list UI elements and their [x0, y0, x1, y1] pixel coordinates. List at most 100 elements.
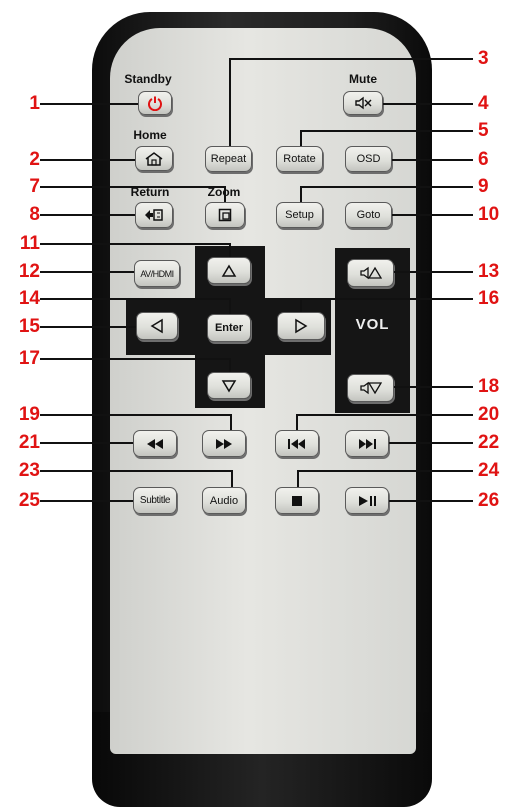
- callout-3: 3: [478, 48, 489, 69]
- volume-down-icon: [359, 381, 382, 395]
- callout-21: 21: [18, 432, 40, 453]
- leader-line-24-horizontal: [297, 470, 473, 472]
- volume-up-button[interactable]: [347, 259, 394, 287]
- standby-button[interactable]: [138, 91, 172, 115]
- leader-line-23-vertical: [231, 470, 233, 487]
- leader-line-5-vertical: [300, 130, 302, 146]
- leader-line-9-vertical: [300, 186, 302, 202]
- callout-24: 24: [478, 460, 500, 481]
- return-icon: [145, 209, 163, 221]
- leader-line-14-vertical: [229, 298, 231, 314]
- callout-1: 1: [29, 93, 40, 114]
- skip-previous-icon: [288, 438, 305, 449]
- leader-line-19-horizontal: [40, 414, 231, 416]
- callout-25: 25: [18, 490, 40, 511]
- remote-diagram: VOL Standby Mute Home Return Zoom Repeat…: [0, 0, 526, 810]
- left-button[interactable]: [136, 312, 178, 340]
- setup-button[interactable]: Setup: [276, 202, 323, 228]
- leader-line-21: [40, 442, 133, 444]
- leader-line-12: [40, 271, 134, 273]
- leader-line-20-vertical: [296, 414, 298, 430]
- stop-icon: [292, 495, 302, 506]
- leader-line-16-vertical: [300, 298, 302, 312]
- callout-17: 17: [18, 348, 40, 369]
- enter-button[interactable]: Enter: [207, 314, 251, 342]
- skip-next-icon: [359, 438, 376, 449]
- leader-line-17-horizontal: [40, 358, 230, 360]
- avhdmi-button[interactable]: AV/HDMI: [134, 260, 180, 287]
- leader-line-20-horizontal: [296, 414, 473, 416]
- vol-label: VOL: [355, 316, 390, 333]
- callout-9: 9: [478, 176, 489, 197]
- leader-line-7-vertical: [224, 186, 226, 202]
- leader-line-1: [40, 103, 138, 105]
- return-button[interactable]: [135, 202, 173, 228]
- leader-line-11-vertical: [229, 243, 231, 257]
- up-button[interactable]: [207, 257, 251, 284]
- zoom-button[interactable]: [205, 202, 245, 228]
- volume-down-button[interactable]: [347, 374, 394, 402]
- home-icon: [145, 151, 163, 166]
- mute-label: Mute: [349, 72, 377, 86]
- rewind-button[interactable]: [133, 430, 177, 457]
- leader-line-24-vertical: [297, 470, 299, 487]
- callout-8: 8: [29, 204, 40, 225]
- leader-line-2: [40, 159, 135, 161]
- osd-button[interactable]: OSD: [345, 146, 392, 172]
- triangle-up-icon: [221, 264, 237, 277]
- fast-forward-icon: [216, 438, 232, 449]
- fast-forward-button[interactable]: [202, 430, 246, 457]
- leader-line-3-horizontal: [229, 58, 473, 60]
- leader-line-19-vertical: [230, 414, 232, 430]
- leader-line-4: [383, 103, 473, 105]
- subtitle-button[interactable]: Subtitle: [133, 487, 177, 514]
- previous-button[interactable]: [275, 430, 319, 457]
- callout-22: 22: [478, 432, 500, 453]
- leader-line-10: [392, 214, 473, 216]
- rewind-icon: [147, 438, 163, 449]
- down-button[interactable]: [207, 372, 251, 399]
- callout-15: 15: [18, 316, 40, 337]
- power-icon: [148, 96, 162, 111]
- callout-5: 5: [478, 120, 489, 141]
- leader-line-25: [40, 500, 133, 502]
- home-label: Home: [133, 128, 167, 142]
- repeat-button[interactable]: Repeat: [205, 146, 252, 172]
- callout-10: 10: [478, 204, 500, 225]
- callout-12: 12: [18, 261, 40, 282]
- callout-7: 7: [29, 176, 40, 197]
- zoom-icon: [218, 208, 232, 222]
- next-button[interactable]: [345, 430, 389, 457]
- leader-line-23-horizontal: [40, 470, 232, 472]
- callout-16: 16: [478, 288, 500, 309]
- leader-line-9-horizontal: [300, 186, 473, 188]
- leader-line-6: [392, 159, 473, 161]
- goto-button[interactable]: Goto: [345, 202, 392, 228]
- audio-button[interactable]: Audio: [202, 487, 246, 514]
- leader-line-8: [40, 214, 135, 216]
- rotate-button[interactable]: Rotate: [276, 146, 323, 172]
- leader-line-16-horizontal: [300, 298, 473, 300]
- stop-button[interactable]: [275, 487, 319, 514]
- play-pause-button[interactable]: [345, 487, 389, 514]
- leader-line-5-horizontal: [300, 130, 473, 132]
- callout-20: 20: [478, 404, 500, 425]
- callout-2: 2: [29, 149, 40, 170]
- mute-icon: [355, 96, 372, 110]
- leader-line-26: [389, 500, 473, 502]
- leader-line-13: [394, 271, 473, 273]
- play-pause-icon: [359, 495, 376, 506]
- leader-line-11-horizontal: [40, 243, 230, 245]
- callout-11: 11: [19, 233, 40, 254]
- callout-18: 18: [478, 376, 500, 397]
- leader-line-7-horizontal: [40, 186, 225, 188]
- triangle-right-icon: [295, 318, 308, 334]
- leader-line-17-vertical: [229, 358, 231, 372]
- leader-line-22: [389, 442, 473, 444]
- home-button[interactable]: [135, 146, 173, 171]
- callout-13: 13: [478, 261, 500, 282]
- mute-button[interactable]: [343, 91, 383, 115]
- callout-26: 26: [478, 490, 500, 511]
- right-button[interactable]: [277, 312, 325, 340]
- volume-up-icon: [359, 266, 382, 280]
